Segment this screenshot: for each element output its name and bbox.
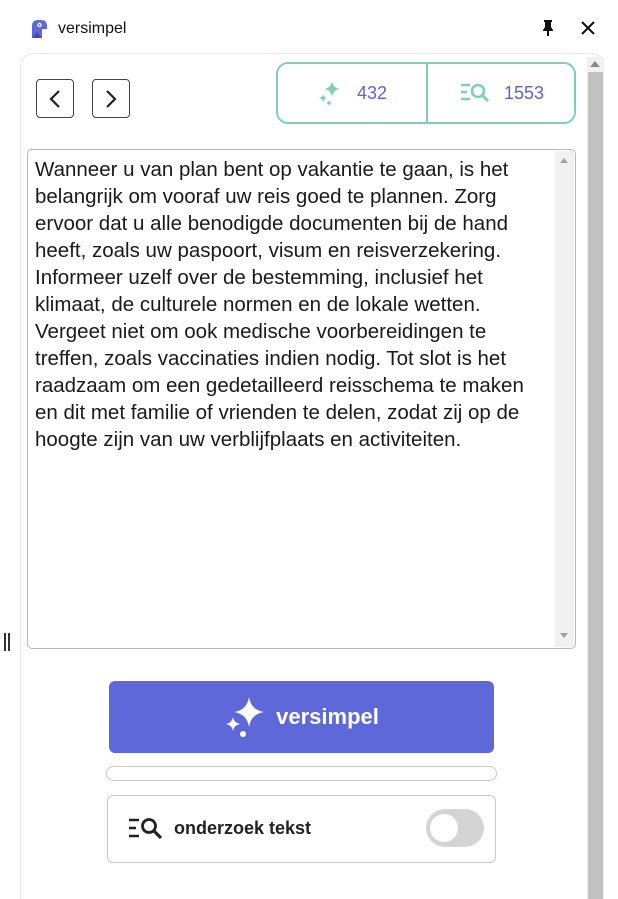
- analyze-text-label: onderzoek tekst: [174, 818, 312, 838]
- chevron-right-icon: [106, 90, 117, 108]
- panel-scrollbar[interactable]: [587, 57, 604, 899]
- chevron-left-icon: [49, 90, 60, 108]
- toggle-knob: [430, 814, 458, 842]
- usage-stats: 432 1553: [276, 62, 576, 124]
- next-button[interactable]: [92, 79, 130, 118]
- scrollbar-thumb[interactable]: [588, 72, 603, 899]
- sparkles-icon: [226, 697, 265, 737]
- text-search-icon: [129, 818, 163, 840]
- simplify-button[interactable]: versimpel: [109, 681, 494, 753]
- sparkles-icon: [318, 81, 340, 105]
- analyze-text-option: onderzoek tekst: [107, 795, 496, 863]
- text-search-icon: [460, 83, 490, 103]
- simplify-button-label: versimpel: [276, 704, 379, 729]
- text-scroll-up-arrow[interactable]: [560, 158, 568, 163]
- text-input-area[interactable]: Wanneer u van plan bent op vakantie te g…: [27, 149, 576, 649]
- simplified-count: 432: [356, 82, 388, 103]
- resize-handle[interactable]: [4, 633, 10, 651]
- analyzed-count-stat[interactable]: 1553: [428, 64, 576, 122]
- scroll-up-arrow[interactable]: [590, 61, 600, 67]
- text-area-scrollbar[interactable]: [555, 151, 574, 647]
- analyzed-count: 1553: [503, 82, 545, 103]
- previous-button[interactable]: [36, 79, 74, 118]
- title-bar: versimpel: [0, 0, 618, 56]
- versimpel-logo-icon: [32, 20, 47, 38]
- text-scroll-down-arrow[interactable]: [560, 633, 568, 638]
- app-title: versimpel: [58, 20, 127, 37]
- input-text[interactable]: Wanneer u van plan bent op vakantie te g…: [35, 156, 550, 453]
- analyze-text-toggle[interactable]: [426, 809, 484, 847]
- progress-bar: [106, 766, 497, 781]
- pin-icon[interactable]: [540, 19, 556, 37]
- close-icon[interactable]: [580, 20, 596, 36]
- simplified-count-stat[interactable]: 432: [278, 64, 426, 122]
